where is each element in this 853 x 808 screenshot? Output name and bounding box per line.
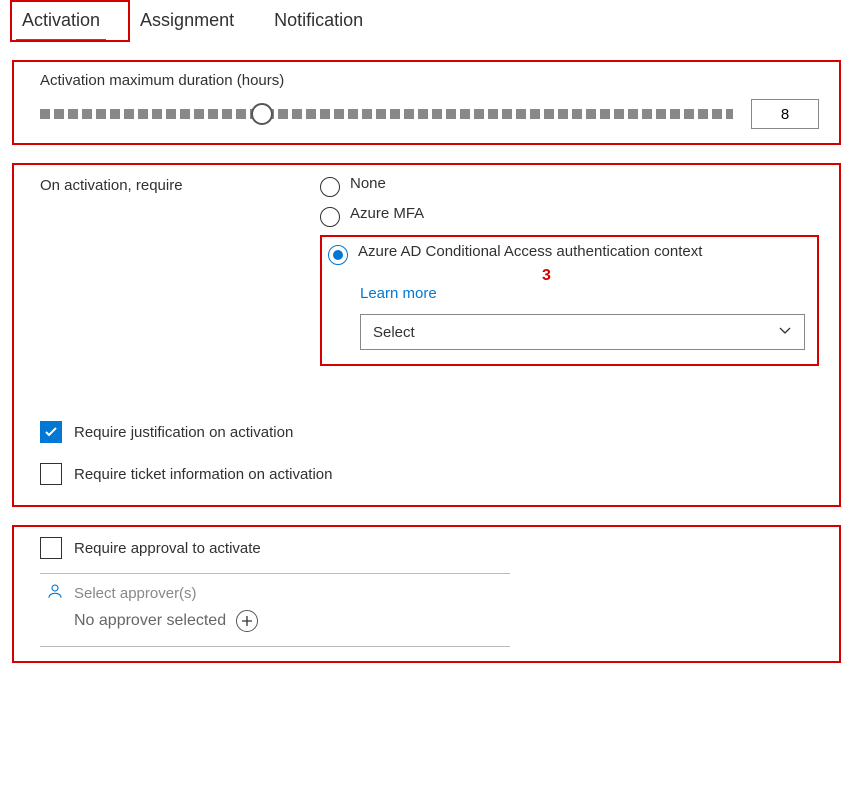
add-approver-button[interactable] — [236, 610, 258, 632]
slider-thumb[interactable] — [251, 103, 273, 125]
chevron-down-icon — [778, 324, 792, 341]
divider-2 — [40, 646, 510, 647]
ticket-check[interactable]: Require ticket information on activation — [40, 463, 819, 485]
approval-label: Require approval to activate — [74, 540, 261, 557]
select-approvers-label: Select approver(s) — [74, 585, 197, 602]
tab-activation[interactable]: Activation — [16, 6, 106, 42]
learn-more-link[interactable]: Learn more — [360, 285, 437, 302]
approval-check[interactable]: Require approval to activate — [40, 537, 819, 559]
radio-mfa[interactable]: Azure MFA — [320, 205, 819, 227]
radio-ca[interactable]: Azure AD Conditional Access authenticati… — [328, 243, 811, 265]
radio-none[interactable]: None — [320, 175, 819, 197]
justification-label: Require justification on activation — [74, 424, 293, 441]
radio-ca-label: Azure AD Conditional Access authenticati… — [358, 243, 702, 260]
radio-none-label: None — [350, 175, 386, 192]
requirement-label: On activation, require — [40, 175, 320, 366]
divider — [40, 573, 510, 574]
approval-section: 4 Require approval to activate Select ap… — [12, 525, 841, 663]
radio-mfa-label: Azure MFA — [350, 205, 424, 222]
ticket-label: Require ticket information on activation — [74, 466, 332, 483]
approval-checkbox[interactable] — [40, 537, 62, 559]
requirement-section: 2 On activation, require None Azure MFA … — [12, 163, 841, 507]
duration-label: Activation maximum duration (hours) — [40, 72, 819, 89]
tab-assignment[interactable]: Assignment — [134, 6, 240, 42]
radio-mfa-circle[interactable] — [320, 207, 340, 227]
tab-notification[interactable]: Notification — [268, 6, 369, 42]
select-placeholder: Select — [373, 324, 415, 341]
callout-3: 3 — [542, 267, 551, 285]
person-icon — [46, 582, 64, 604]
ca-context-select[interactable]: Select — [360, 314, 805, 350]
radio-ca-circle[interactable] — [328, 245, 348, 265]
ca-highlight: Azure AD Conditional Access authenticati… — [320, 235, 819, 366]
ticket-checkbox[interactable] — [40, 463, 62, 485]
radio-none-circle[interactable] — [320, 177, 340, 197]
no-approver-text: No approver selected — [74, 612, 226, 630]
justification-check[interactable]: Require justification on activation — [40, 421, 819, 443]
justification-checkbox[interactable] — [40, 421, 62, 443]
duration-section: 1 Activation maximum duration (hours) — [12, 60, 841, 145]
duration-input[interactable] — [751, 99, 819, 129]
tabs: Activation Assignment Notification — [0, 0, 853, 42]
duration-slider[interactable] — [40, 102, 733, 126]
